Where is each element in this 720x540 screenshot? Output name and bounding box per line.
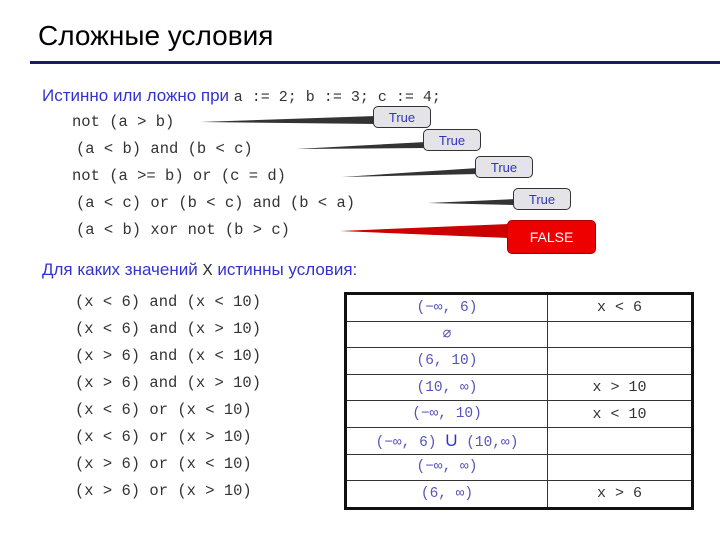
union-symbol: U [445,430,458,450]
table-row: (−∞, 10) x < 10 [345,400,693,428]
section2-heading-before: Для каких значений [42,260,198,279]
table-row: (6, 10) [345,347,693,375]
condition-6: (x < 6) or (x > 10) [75,428,252,446]
interval-cell: (6, ∞) [345,480,548,509]
simplified-cell [547,453,693,482]
condition-5: (x < 6) or (x < 10) [75,401,252,419]
result-bubble-false: FALSE [507,220,596,254]
condition-8: (x > 6) or (x > 10) [75,482,252,500]
result-bubble-2: True [423,129,481,151]
condition-2: (x < 6) and (x > 10) [75,320,262,338]
table-row: (−∞, 6) U (10,∞) [345,426,693,455]
interval-cell: (−∞, 6) U (10,∞) [345,426,548,455]
interval-cell: (−∞, 6) [345,293,548,322]
section2-heading-var: X [202,262,213,281]
interval-cell: (−∞, ∞) [345,453,548,482]
table-row: (6, ∞) x > 6 [345,480,693,509]
condition-1: (x < 6) and (x < 10) [75,293,262,311]
table-row: (−∞, ∞) [345,453,693,482]
interval-left: (−∞, 6) [375,434,437,451]
callout-pointers [200,116,516,238]
table-row: ∅ [345,320,693,349]
simplified-cell: x > 6 [547,480,693,509]
interval-cell: (6, 10) [345,347,548,375]
interval-cell: (−∞, 10) [345,400,548,428]
table-row: (10, ∞) x > 10 [345,373,693,402]
section2-heading-after: истинны условия: [217,260,358,279]
section2-heading: Для каких значений X истинны условия: [42,260,357,281]
simplified-cell: x < 6 [547,293,693,322]
simplified-cell [547,347,693,375]
answers-table: (−∞, 6) x < 6 ∅ (6, 10) (10, ∞) x > 10 (… [344,292,694,510]
interval-cell: (10, ∞) [345,373,548,402]
callout-pointer-4 [428,199,516,205]
result-bubble-3: True [475,156,533,178]
result-bubble-4: True [513,188,571,210]
condition-7: (x > 6) or (x < 10) [75,455,252,473]
simplified-cell [547,320,693,349]
result-bubble-1: True [373,106,431,128]
callout-pointer-3 [342,168,478,177]
simplified-cell: x > 10 [547,373,693,402]
simplified-cell [547,426,693,455]
interval-right: (10,∞) [466,434,519,451]
table-row: (−∞, 6) x < 6 [345,293,693,322]
condition-4: (x > 6) and (x > 10) [75,374,262,392]
callout-pointer-1 [200,116,376,124]
simplified-cell: x < 10 [547,400,693,428]
condition-3: (x > 6) and (x < 10) [75,347,262,365]
callout-pointer-2 [296,142,426,149]
interval-cell: ∅ [345,320,548,349]
callout-pointer-5 [340,224,510,238]
